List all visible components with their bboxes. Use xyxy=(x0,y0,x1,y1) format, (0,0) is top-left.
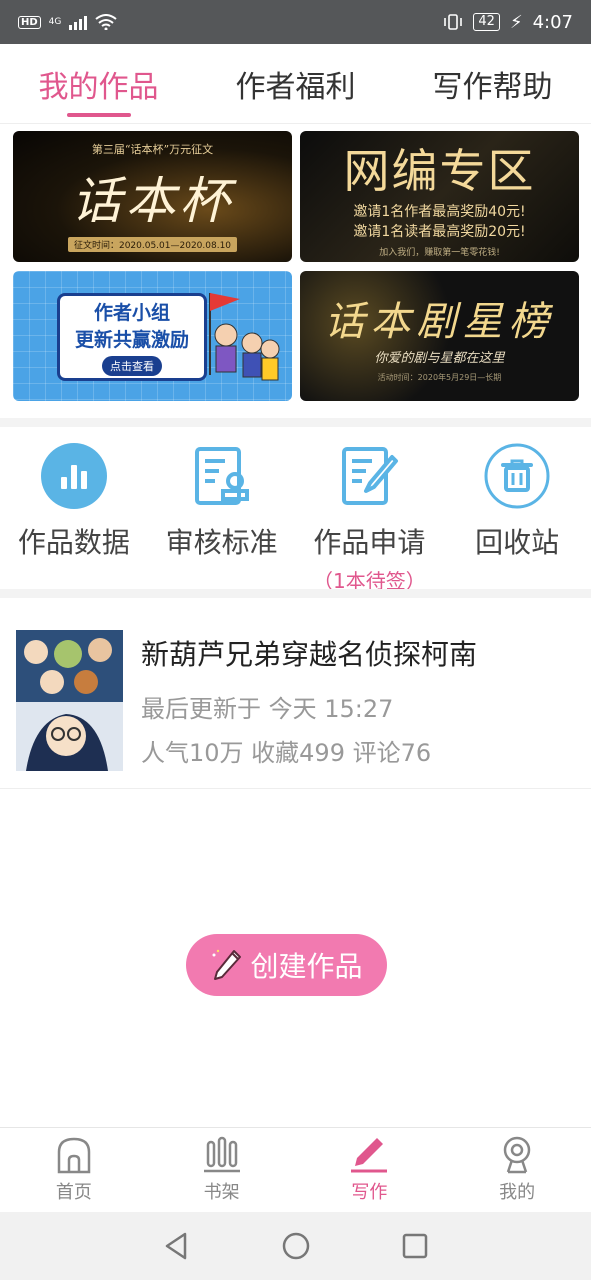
quick-action-label: 审核标准 xyxy=(165,526,278,559)
pencil-icon xyxy=(212,949,242,980)
nav-home[interactable]: 首页 xyxy=(0,1128,148,1212)
work-cover-image xyxy=(16,630,123,771)
nav-label: 书架 xyxy=(203,1182,240,1203)
banner-card: 作者小组 更新共赢激励 点击查看 xyxy=(57,293,207,381)
nav-label: 首页 xyxy=(55,1182,92,1203)
edit-document-icon xyxy=(336,443,402,509)
nav-label: 写作 xyxy=(351,1182,388,1203)
vibrate-icon xyxy=(444,14,463,30)
quick-actions: 作品数据 审核标准 作品申请 （1本待签） 回收站 xyxy=(0,427,591,593)
quick-action-label: 作品数据 xyxy=(17,526,130,559)
review-standard-button[interactable]: 审核标准 xyxy=(148,427,296,589)
banner-line: 邀请1名读者最高奖励20元! xyxy=(353,224,526,240)
status-bar: HD 4G 42 ⚡ 4:07 xyxy=(0,0,591,44)
recents-icon[interactable] xyxy=(401,1232,429,1260)
create-work-label: 创建作品 xyxy=(250,950,363,983)
trash-icon xyxy=(484,443,550,509)
document-stamp-icon xyxy=(189,443,255,509)
back-icon[interactable] xyxy=(163,1231,191,1261)
hd-indicator: HD xyxy=(18,15,41,29)
system-navigation-bar xyxy=(0,1212,591,1280)
clock: 4:07 xyxy=(532,11,573,33)
charging-icon: ⚡ xyxy=(509,11,523,33)
section-divider xyxy=(0,418,591,427)
network-type: 4G xyxy=(48,17,62,27)
banner-title: 话本杯 xyxy=(71,172,234,230)
bookshelf-icon xyxy=(203,1136,240,1173)
quick-action-label: 回收站 xyxy=(475,526,560,559)
banner-title: 网编专区 xyxy=(343,144,536,198)
home-icon xyxy=(57,1137,91,1174)
create-work-button[interactable]: 创建作品 xyxy=(186,934,387,996)
top-tabs: 我的作品 作者福利 写作帮助 xyxy=(0,44,591,124)
work-application-button[interactable]: 作品申请 （1本待签） xyxy=(296,427,444,593)
banner-drama-star-list[interactable]: 话本剧星榜 你爱的剧与星都在这里 活动时间：2020年5月29日—长期 xyxy=(300,271,579,401)
banner-subtitle: 更新共赢激励 xyxy=(74,329,189,351)
recycle-bin-button[interactable]: 回收站 xyxy=(443,427,591,589)
work-stats: 人气10万 收藏499 评论76 xyxy=(141,739,432,767)
banner-small-text: 活动时间：2020年5月29日—长期 xyxy=(377,373,502,382)
tab-my-works[interactable]: 我的作品 xyxy=(0,44,197,123)
profile-icon xyxy=(503,1136,531,1174)
quick-action-label: 作品申请 xyxy=(313,526,426,559)
banner-huaben-cup[interactable]: 第三届“话本杯”万元征文 话本杯 征文时间：2020.05.01—2020.08… xyxy=(13,131,292,262)
banner-date: 征文时间：2020.05.01—2020.08.10 xyxy=(67,237,238,252)
banner-small-text: 加入我们，赚取第一笔零花钱! xyxy=(379,248,500,258)
banner-author-group[interactable]: 作者小组 更新共赢激励 点击查看 xyxy=(13,271,292,401)
banner-title: 作者小组 xyxy=(93,302,170,324)
signal-icon xyxy=(69,14,88,30)
banner-line: 邀请1名作者最高奖励40元! xyxy=(353,204,526,220)
work-list-item[interactable]: 新葫芦兄弟穿越名侦探柯南 最后更新于 今天 15:27 人气10万 收藏499 … xyxy=(0,597,591,789)
pen-icon xyxy=(351,1138,388,1173)
bottom-navigation: 首页 书架 写作 我的 xyxy=(0,1127,591,1212)
tab-writing-help[interactable]: 写作帮助 xyxy=(394,44,591,123)
wifi-icon xyxy=(95,14,117,30)
tab-author-benefits[interactable]: 作者福利 xyxy=(197,44,394,123)
nav-label: 我的 xyxy=(499,1182,536,1203)
banner-subtitle: 你爱的剧与星都在这里 xyxy=(374,351,505,366)
battery-level: 42 xyxy=(473,13,500,31)
banner-title: 话本剧星榜 xyxy=(324,299,555,345)
work-title: 新葫芦兄弟穿越名侦探柯南 xyxy=(141,638,478,671)
nav-bookshelf[interactable]: 书架 xyxy=(148,1128,296,1212)
banner-editor-zone[interactable]: 网编专区 邀请1名作者最高奖励40元! 邀请1名读者最高奖励20元! 加入我们，… xyxy=(300,131,579,262)
nav-write[interactable]: 写作 xyxy=(296,1128,444,1212)
home-circle-icon[interactable] xyxy=(281,1231,311,1261)
banner-view-button: 点击查看 xyxy=(102,356,162,376)
work-last-updated: 最后更新于 今天 15:27 xyxy=(141,695,394,723)
flag-people-illustration xyxy=(209,293,280,381)
nav-profile[interactable]: 我的 xyxy=(443,1128,591,1212)
bar-chart-icon xyxy=(40,443,107,509)
banner-subtitle: 第三届“话本杯”万元征文 xyxy=(91,143,214,156)
work-data-button[interactable]: 作品数据 xyxy=(0,427,148,589)
